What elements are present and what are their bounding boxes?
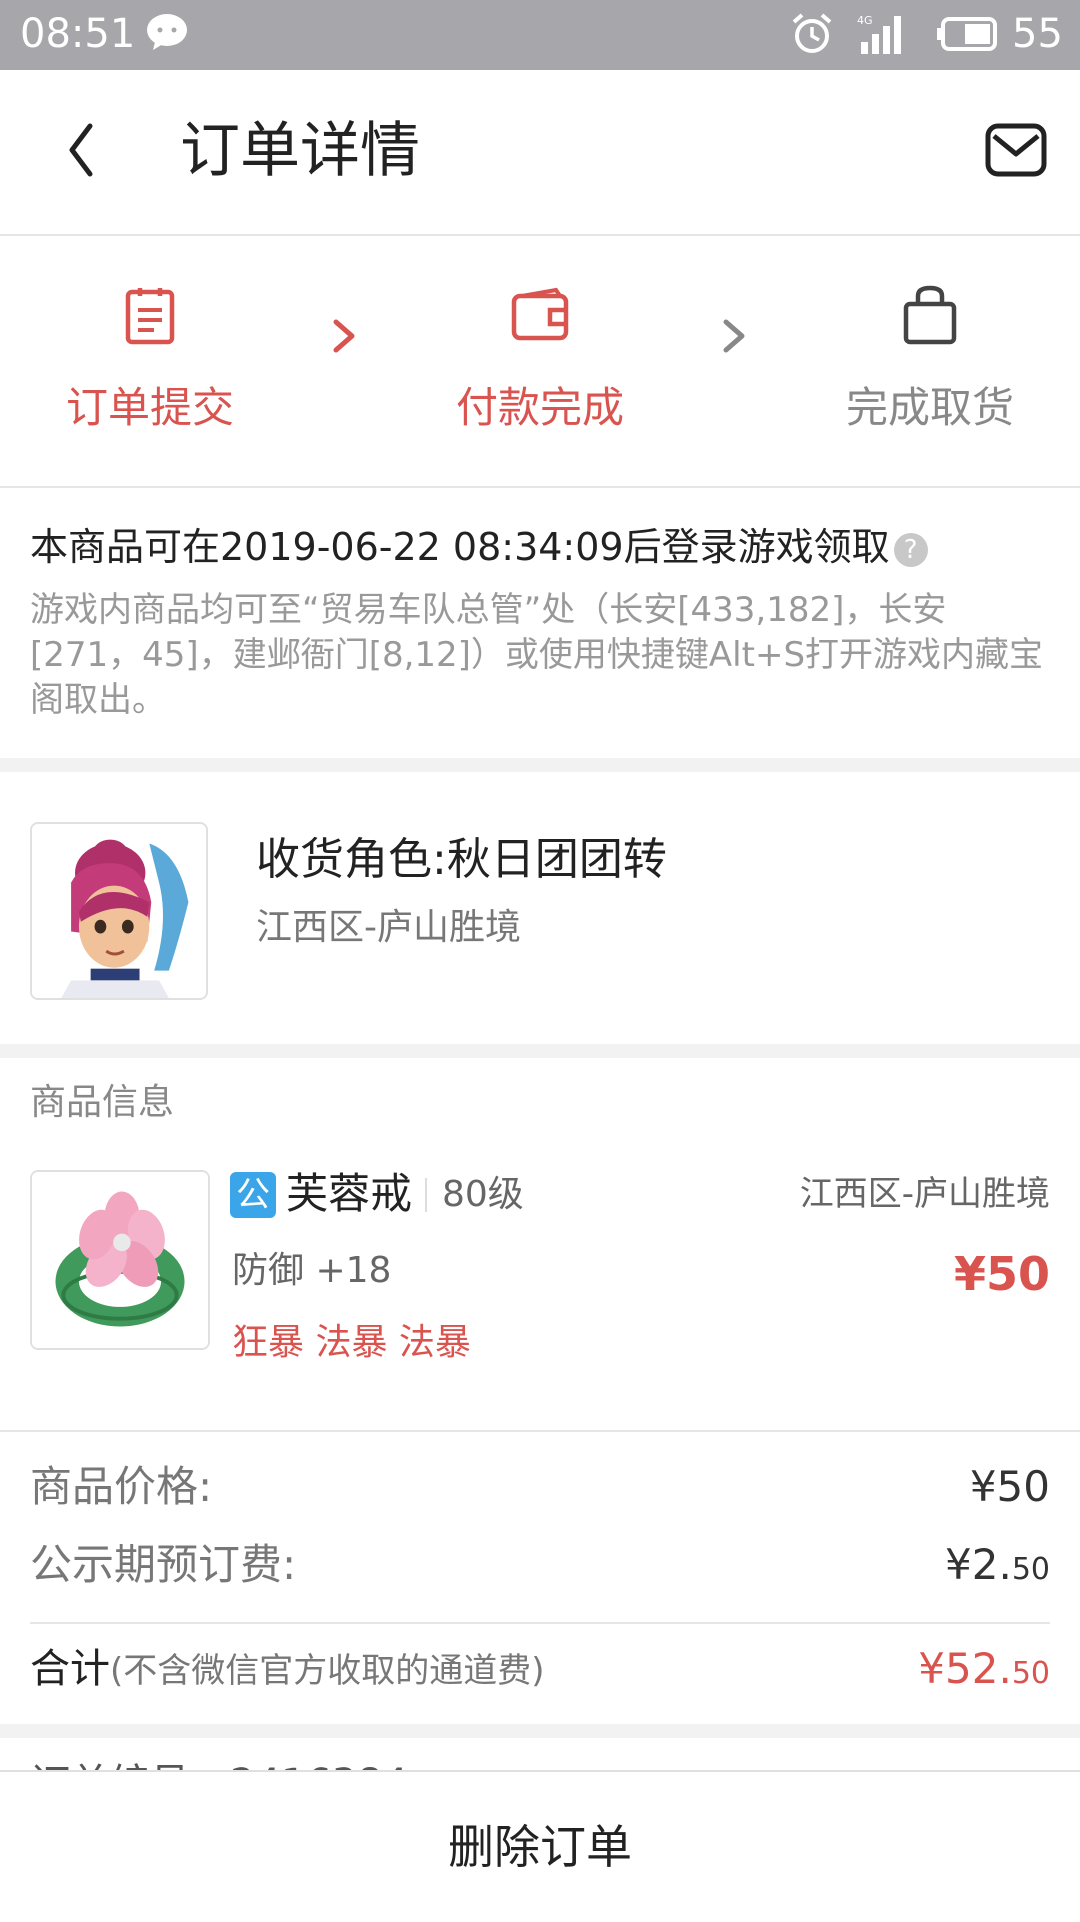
goods-image	[30, 1170, 210, 1350]
mail-icon[interactable]	[984, 122, 1048, 178]
battery-icon	[937, 17, 997, 51]
preorder-fee-label: 公示期预订费:	[30, 1540, 297, 1589]
step-pickup-complete: 完成取货	[820, 284, 1040, 434]
goods-level: 80级	[442, 1174, 524, 1215]
role-name: 收货角色:秋日团团转	[256, 834, 667, 885]
notice-body: 游戏内商品均可至“贸易车队总管”处（长安[433,182]，长安[271，45]…	[30, 590, 1044, 720]
preorder-fee-value: ¥2.50	[945, 1530, 1050, 1605]
chevron-left-icon	[69, 123, 93, 177]
step-order-submitted: 订单提交	[40, 284, 260, 434]
total-note: (不含微信官方收取的通道费)	[110, 1651, 545, 1691]
footer-bar: 删除订单	[0, 1770, 1080, 1922]
step-label: 完成取货	[845, 383, 1014, 432]
item-price-value: ¥50	[969, 1462, 1050, 1511]
signal-icon: 4G	[855, 12, 911, 56]
divider	[425, 1178, 427, 1212]
order-form-icon	[125, 288, 175, 345]
goods-price: ¥50	[953, 1247, 1050, 1301]
divider	[30, 1622, 1050, 1624]
goods-server: 江西区-庐山胜境	[799, 1174, 1050, 1214]
app-header: 订单详情	[0, 70, 1080, 236]
step-label: 付款完成	[455, 383, 624, 432]
receiving-role-card: 收货角色:秋日团团转 江西区-庐山胜境	[0, 772, 1080, 1044]
status-time: 08:51	[20, 11, 136, 57]
wechat-icon	[147, 14, 187, 50]
svg-text:4G: 4G	[857, 14, 873, 27]
role-avatar	[30, 822, 208, 1000]
pickup-notice: 本商品可在2019-06-22 08:34:09后登录游戏领取? 游戏内商品均可…	[0, 488, 1080, 758]
notice-title-text: 本商品可在2019-06-22 08:34:09后登录游戏领取	[30, 525, 890, 569]
wallet-icon	[511, 287, 569, 341]
item-price-row: 商品价格: ¥50	[30, 1452, 1050, 1522]
section-divider	[0, 1044, 1080, 1058]
step-payment-complete: 付款完成	[430, 284, 650, 434]
goods-effects: 狂暴 法暴 法暴	[232, 1322, 471, 1363]
total-decimal: 50	[1011, 1656, 1050, 1691]
status-bar: 08:51 4G 55	[0, 0, 1080, 70]
section-divider	[0, 758, 1080, 772]
alarm-icon	[792, 13, 832, 53]
help-icon[interactable]: ?	[893, 532, 928, 567]
fee-decimal: 50	[1011, 1552, 1050, 1587]
shopping-bag-icon	[903, 285, 957, 345]
public-badge: 公	[230, 1172, 276, 1218]
total-value: ¥52.50	[918, 1632, 1050, 1711]
goods-attribute: 防御 +18	[232, 1250, 392, 1291]
chevron-right-icon	[333, 319, 355, 353]
total-main: ¥52.	[918, 1644, 1012, 1693]
fee-main: ¥2.	[945, 1540, 1012, 1589]
page-title: 订单详情	[180, 116, 420, 186]
back-button[interactable]	[50, 110, 130, 190]
delete-order-button[interactable]: 删除订单	[0, 1772, 1080, 1922]
goods-info-section: 商品信息 公 芙蓉戒 80级 江西区-庐山胜境 防御 +18 ¥50 狂暴 法暴…	[0, 1060, 1080, 1432]
chevron-right-icon	[723, 319, 745, 353]
step-label: 订单提交	[65, 383, 234, 432]
notice-title: 本商品可在2019-06-22 08:34:09后登录游戏领取?	[30, 522, 928, 572]
price-summary: 商品价格: ¥50 公示期预订费: ¥2.50 合计(不含微信官方收取的通道费)…	[0, 1432, 1080, 1724]
goods-section-title: 商品信息	[30, 1082, 175, 1123]
preorder-fee-row: 公示期预订费: ¥2.50	[30, 1530, 1050, 1600]
battery-percent: 55	[1012, 11, 1063, 57]
order-progress-steps: 订单提交 付款完成 完成取货	[0, 236, 1080, 488]
section-divider	[0, 1724, 1080, 1738]
total-label: 合计(不含微信官方收取的通道费)	[30, 1632, 545, 1708]
role-server: 江西区-庐山胜境	[256, 907, 521, 948]
goods-name: 芙蓉戒	[286, 1169, 413, 1218]
item-price-label: 商品价格:	[30, 1462, 213, 1511]
total-label-text: 合计	[30, 1646, 110, 1692]
